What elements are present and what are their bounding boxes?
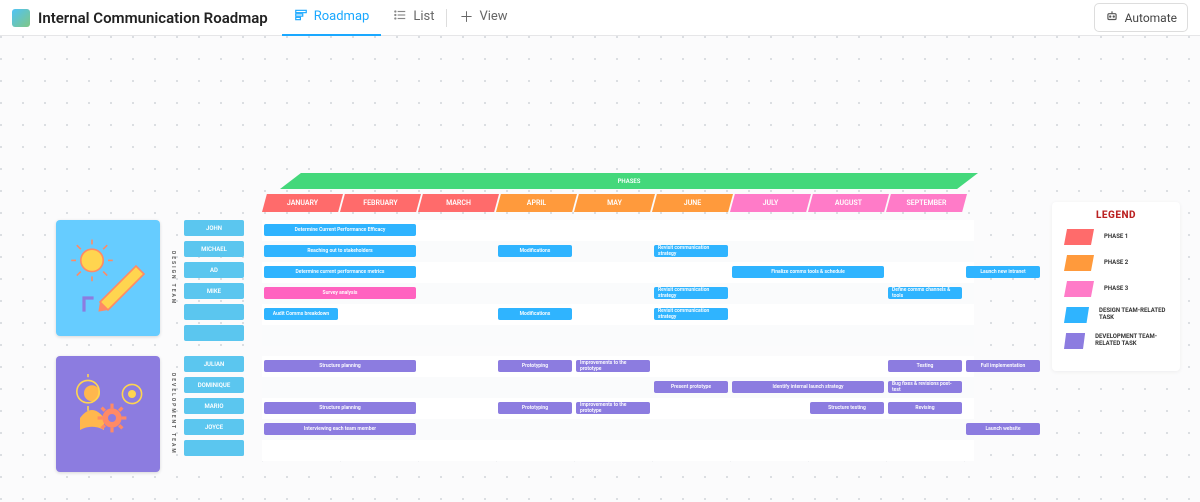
task-bar[interactable]: Modifications (498, 245, 572, 257)
canvas[interactable]: LEGEND PHASE 1 PHASE 2 PHASE 3 DESIGN TEAM-… (0, 36, 1200, 502)
task-bar[interactable]: Revisit communication strategy (654, 308, 728, 320)
task-bar[interactable]: Determine current performance metrics (264, 266, 416, 278)
dev-grid: Structure planning Prototyping Improvement… (262, 356, 974, 462)
month-header: JUNE (652, 194, 733, 212)
task-bar[interactable]: Survey analysis (264, 287, 416, 299)
month-header: JANUARY (262, 194, 343, 212)
person-label (184, 440, 244, 456)
month-header: FEBRUARY (340, 194, 421, 212)
legend-chip (1064, 281, 1094, 297)
person-label (184, 304, 244, 320)
task-bar[interactable]: Structure testing (810, 402, 884, 414)
task-bar[interactable]: Modifications (498, 308, 572, 320)
task-bar[interactable]: Finalize comms tools & schedule (732, 266, 884, 278)
person-label: AD (184, 262, 244, 278)
list-icon (393, 8, 407, 26)
task-bar[interactable]: Launch website (966, 423, 1040, 435)
task-bar[interactable]: Testing (888, 360, 962, 372)
view-add-label: View (479, 9, 507, 24)
task-bar[interactable]: Identify internal launch strategy (732, 381, 884, 393)
doc-icon (12, 9, 30, 27)
task-bar[interactable]: Audit Comms breakdown (264, 308, 338, 320)
month-header: APRIL (496, 194, 577, 212)
month-header: JULY (730, 194, 811, 212)
legend: LEGEND PHASE 1 PHASE 2 PHASE 3 DESIGN TEAM-… (1052, 202, 1180, 371)
phases-band-label: PHASES (618, 178, 641, 185)
person-label: JOYCE (184, 419, 244, 435)
design-card (56, 220, 160, 336)
person-label: JOHN (184, 220, 244, 236)
plus-icon: ＋ (459, 7, 473, 27)
view-roadmap[interactable]: Roadmap (282, 0, 382, 36)
view-roadmap-label: Roadmap (314, 9, 370, 24)
table-row (262, 304, 974, 325)
legend-label: DEVELOPMENT TEAM-RELATED TASK (1095, 334, 1168, 347)
person-label: MICHAEL (184, 241, 244, 257)
dev-vlabel: DEVELOPMENT TEAM (166, 356, 180, 472)
title-wrap: Internal Communication Roadmap (12, 9, 268, 27)
task-bar[interactable]: Revising (888, 402, 962, 414)
task-bar[interactable]: Define comms channels & tools (888, 287, 962, 299)
task-bar[interactable]: Reaching out to stakeholders (264, 245, 416, 257)
legend-label: PHASE 3 (1104, 286, 1128, 293)
month-header: MAY (574, 194, 655, 212)
legend-item: DEVELOPMENT TEAM-RELATED TASK (1064, 333, 1168, 349)
person-label (184, 325, 244, 341)
robot-icon (1105, 9, 1119, 26)
timeline-months: JANUARYFEBRUARYMARCHAPRILMAYJUNEJULYAUGU… (265, 194, 967, 212)
legend-label: DESIGN TEAM-RELATED TASK (1099, 308, 1168, 321)
task-bar[interactable]: Launch new intranet (966, 266, 1040, 278)
legend-chip (1064, 307, 1089, 323)
view-list-label: List (413, 9, 434, 24)
task-bar[interactable]: Structure planning (264, 402, 416, 414)
roadmap-icon (294, 8, 308, 26)
dev-vlabel-text: DEVELOPMENT TEAM (170, 373, 176, 455)
automate-button[interactable]: Automate (1094, 3, 1188, 32)
task-bar[interactable]: Determine Current Performance Efficacy (264, 224, 416, 236)
person-label: MIKE (184, 283, 244, 299)
legend-label: PHASE 2 (1104, 260, 1128, 267)
task-bar[interactable]: Improvements to the prototype (576, 360, 650, 372)
page-title: Internal Communication Roadmap (38, 9, 268, 27)
task-bar[interactable]: Interviewing each team member (264, 423, 416, 435)
person-label: MARIO (184, 398, 244, 414)
topbar: Internal Communication Roadmap Roadmap L… (0, 0, 1200, 36)
design-vlabel: DESIGN TEAM (166, 220, 180, 336)
month-header: AUGUST (808, 194, 889, 212)
legend-title: LEGEND (1064, 210, 1168, 221)
person-label: DOMINIQUE (184, 377, 244, 393)
person-label: JULIAN (184, 356, 244, 372)
table-row (262, 325, 974, 346)
task-bar[interactable]: Structure planning (264, 360, 416, 372)
month-header: MARCH (418, 194, 499, 212)
task-bar[interactable]: Prototyping (498, 360, 572, 372)
legend-label: PHASE 1 (1104, 234, 1128, 241)
automate-label: Automate (1125, 11, 1177, 25)
view-add[interactable]: ＋ View (447, 0, 519, 36)
legend-chip (1064, 333, 1085, 349)
task-bar[interactable]: Bug fixes & revisions post-test (888, 381, 962, 393)
view-list[interactable]: List (381, 0, 446, 36)
phases-band: PHASES (280, 173, 978, 189)
task-bar[interactable]: Revisit communication strategy (654, 287, 728, 299)
task-bar[interactable]: Present prototype (654, 381, 728, 393)
design-grid: Determine Current Performance Efficacy Re… (262, 220, 974, 346)
legend-item: PHASE 3 (1064, 281, 1168, 297)
task-bar[interactable]: Improvements to the prototype (576, 402, 650, 414)
month-header: SEPTEMBER (886, 194, 967, 212)
legend-item: PHASE 1 (1064, 229, 1168, 245)
legend-chip (1064, 229, 1094, 245)
legend-chip (1064, 255, 1094, 271)
task-bar[interactable]: Prototyping (498, 402, 572, 414)
legend-item: DESIGN TEAM-RELATED TASK (1064, 307, 1168, 323)
legend-item: PHASE 2 (1064, 255, 1168, 271)
design-vlabel-text: DESIGN TEAM (170, 251, 176, 305)
task-bar[interactable]: Revisit communication strategy (654, 245, 728, 257)
dev-card (56, 356, 160, 472)
table-row (262, 440, 974, 461)
task-bar[interactable]: Full implementation (966, 360, 1040, 372)
view-switcher: Roadmap List ＋ View (282, 0, 520, 36)
